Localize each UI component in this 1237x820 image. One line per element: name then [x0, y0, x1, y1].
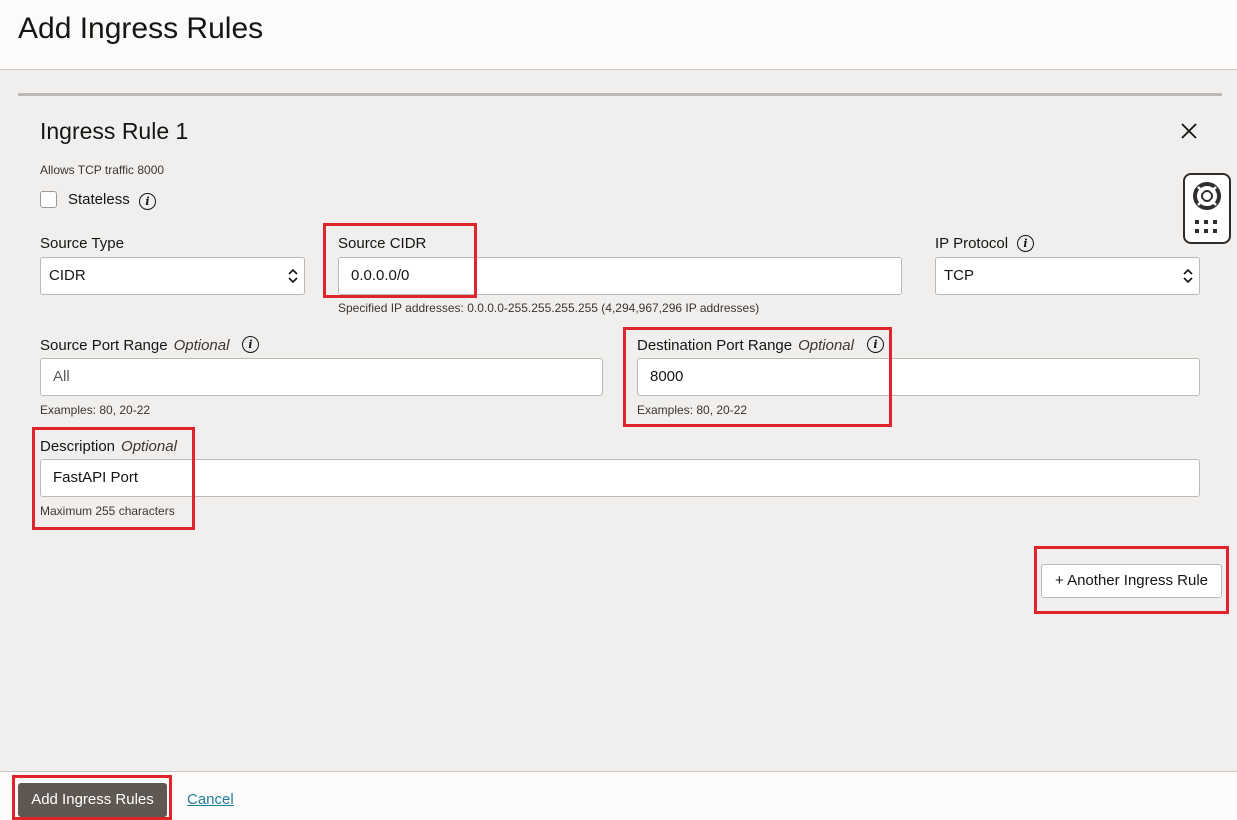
description-label: Description Optional [40, 438, 177, 455]
source-cidr-hint: Specified IP addresses: 0.0.0.0-255.255.… [338, 301, 760, 315]
rule-title: Ingress Rule 1 [40, 118, 189, 144]
info-icon[interactable]: i [139, 193, 156, 210]
destination-port-range-hint: Examples: 80, 20-22 [637, 403, 748, 417]
grid-icon [1195, 220, 1217, 233]
destination-port-range-label-text: Destination Port Range [637, 337, 793, 354]
source-port-range-label-text: Source Port Range [40, 337, 168, 354]
description-label-text: Description [40, 438, 116, 455]
rule-panel [18, 93, 1222, 753]
description-input[interactable]: FastAPI Port [40, 459, 1200, 497]
close-icon[interactable] [1178, 120, 1200, 142]
description-hint: Maximum 255 characters [40, 504, 175, 518]
chevron-updown-icon [1183, 268, 1193, 284]
stateless-checkbox[interactable] [40, 191, 57, 208]
source-type-select[interactable]: CIDR [40, 257, 305, 295]
footer [0, 771, 1237, 820]
source-cidr-label: Source CIDR [338, 235, 427, 252]
page-header: Add Ingress Rules [0, 0, 1237, 70]
optional-tag: Optional [173, 337, 230, 354]
ip-protocol-value: TCP [944, 267, 974, 284]
lifebuoy-icon [1193, 182, 1221, 210]
add-ingress-rules-button[interactable]: Add Ingress Rules [18, 783, 167, 817]
page-title: Add Ingress Rules [18, 12, 264, 45]
optional-tag: Optional [121, 438, 177, 455]
optional-tag: Optional [798, 337, 854, 354]
source-cidr-input[interactable]: 0.0.0.0/0 [338, 257, 902, 295]
stateless-label: Stateless [68, 191, 130, 208]
source-port-range-label: Source Port Range Optional [40, 337, 229, 354]
another-ingress-rule-button[interactable]: + Another Ingress Rule [1041, 564, 1222, 598]
help-widget[interactable] [1183, 173, 1231, 244]
ip-protocol-select[interactable]: TCP [935, 257, 1200, 295]
destination-port-range-input[interactable]: 8000 [637, 358, 1200, 396]
cancel-link[interactable]: Cancel [187, 791, 234, 808]
info-icon[interactable]: i [242, 336, 259, 353]
destination-port-range-label: Destination Port Range Optional [637, 337, 854, 354]
rule-description: Allows TCP traffic 8000 [40, 163, 165, 177]
source-type-value: CIDR [49, 267, 86, 284]
info-icon[interactable]: i [867, 336, 884, 353]
info-icon[interactable]: i [1017, 235, 1034, 252]
ip-protocol-label: IP Protocol [935, 235, 1009, 252]
source-type-label: Source Type [40, 235, 124, 252]
source-port-range-input[interactable]: All [40, 358, 603, 396]
source-port-range-hint: Examples: 80, 20-22 [40, 403, 151, 417]
chevron-updown-icon [288, 268, 298, 284]
